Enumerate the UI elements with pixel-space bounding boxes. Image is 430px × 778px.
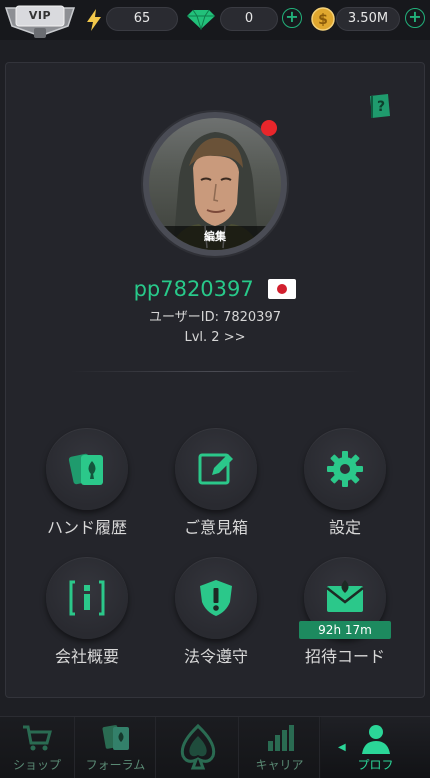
- nav-shop-label: ショップ: [12, 758, 61, 772]
- coin-icon: $: [311, 7, 335, 31]
- edit-icon: [198, 453, 233, 485]
- feedback-label: ご意見箱: [183, 518, 248, 537]
- invite-code-label: 招待コード: [304, 647, 385, 666]
- cart-icon: [23, 725, 52, 751]
- company-info-circle: [46, 557, 128, 639]
- coins-value: 3.50M: [347, 11, 389, 26]
- hand-history-button[interactable]: ハンド履歴: [27, 428, 147, 538]
- gems-value: 0: [244, 11, 254, 26]
- settings-circle: [304, 428, 386, 510]
- user-id: ユーザーID: 7820397: [149, 310, 281, 325]
- settings-button[interactable]: 設定: [285, 428, 405, 538]
- envelope-icon: [326, 580, 364, 612]
- info-icon: [69, 580, 105, 616]
- shield-alert-icon: [200, 580, 232, 616]
- nav-career-label: キャリア: [255, 758, 304, 772]
- bottom-nav: ショップ フォーラム キャリア プロフ: [0, 716, 430, 778]
- help-book-icon[interactable]: ?: [368, 92, 392, 120]
- bar-chart-icon: [267, 725, 294, 751]
- notification-dot: [261, 120, 277, 136]
- username-row: pp7820397: [0, 276, 430, 301]
- compliance-button[interactable]: 法令遵守: [156, 557, 276, 667]
- cards-icon: [68, 453, 103, 485]
- energy-counter: 65: [106, 7, 178, 31]
- compliance-circle: [175, 557, 257, 639]
- person-icon: [361, 725, 390, 754]
- settings-label: 設定: [328, 518, 361, 537]
- level-link[interactable]: Lvl. 2 >>: [0, 330, 430, 345]
- add-gems-button[interactable]: +: [282, 8, 302, 28]
- edit-avatar-label[interactable]: 編集: [149, 226, 281, 250]
- nav-lobby[interactable]: [157, 717, 239, 778]
- feedback-circle: [175, 428, 257, 510]
- spade-logo-icon: [180, 723, 215, 770]
- company-info-button[interactable]: 会社概要: [27, 557, 147, 667]
- gems-counter: 0: [220, 7, 278, 31]
- nav-shop[interactable]: ショップ: [0, 717, 75, 778]
- energy-value: 65: [133, 11, 151, 26]
- svg-text:$: $: [318, 12, 328, 28]
- invite-timer-badge: 92h 17m: [299, 621, 391, 639]
- username: pp7820397: [133, 277, 254, 301]
- svg-text:?: ?: [377, 99, 385, 115]
- hand-history-label: ハンド履歴: [46, 518, 127, 537]
- compliance-label: 法令遵守: [183, 647, 248, 666]
- feedback-button[interactable]: ご意見箱: [156, 428, 276, 538]
- vip-badge[interactable]: VIP: [2, 2, 78, 40]
- nav-profile-label: プロフ: [357, 758, 394, 772]
- japan-flag-icon: [268, 279, 297, 299]
- vip-label: VIP: [28, 9, 52, 22]
- nav-career[interactable]: キャリア: [240, 717, 320, 778]
- gear-icon: [327, 451, 363, 487]
- nav-forum-label: フォーラム: [85, 758, 146, 772]
- nav-forum[interactable]: フォーラム: [76, 717, 156, 778]
- lightning-icon: [87, 9, 101, 31]
- active-nav-arrow-icon: ◀: [338, 742, 346, 753]
- company-info-label: 会社概要: [54, 647, 119, 666]
- forum-cards-icon: [102, 725, 129, 750]
- divider: [70, 371, 360, 372]
- top-bar: VIP 65 0 + $ 3.50M +: [0, 0, 430, 40]
- add-coins-button[interactable]: +: [405, 8, 425, 28]
- hand-history-circle: [46, 428, 128, 510]
- invite-code-button[interactable]: 92h 17m 招待コード: [285, 557, 405, 667]
- gem-icon: [187, 9, 215, 30]
- avatar-image: 編集: [149, 118, 281, 250]
- coins-counter: 3.50M: [336, 7, 400, 31]
